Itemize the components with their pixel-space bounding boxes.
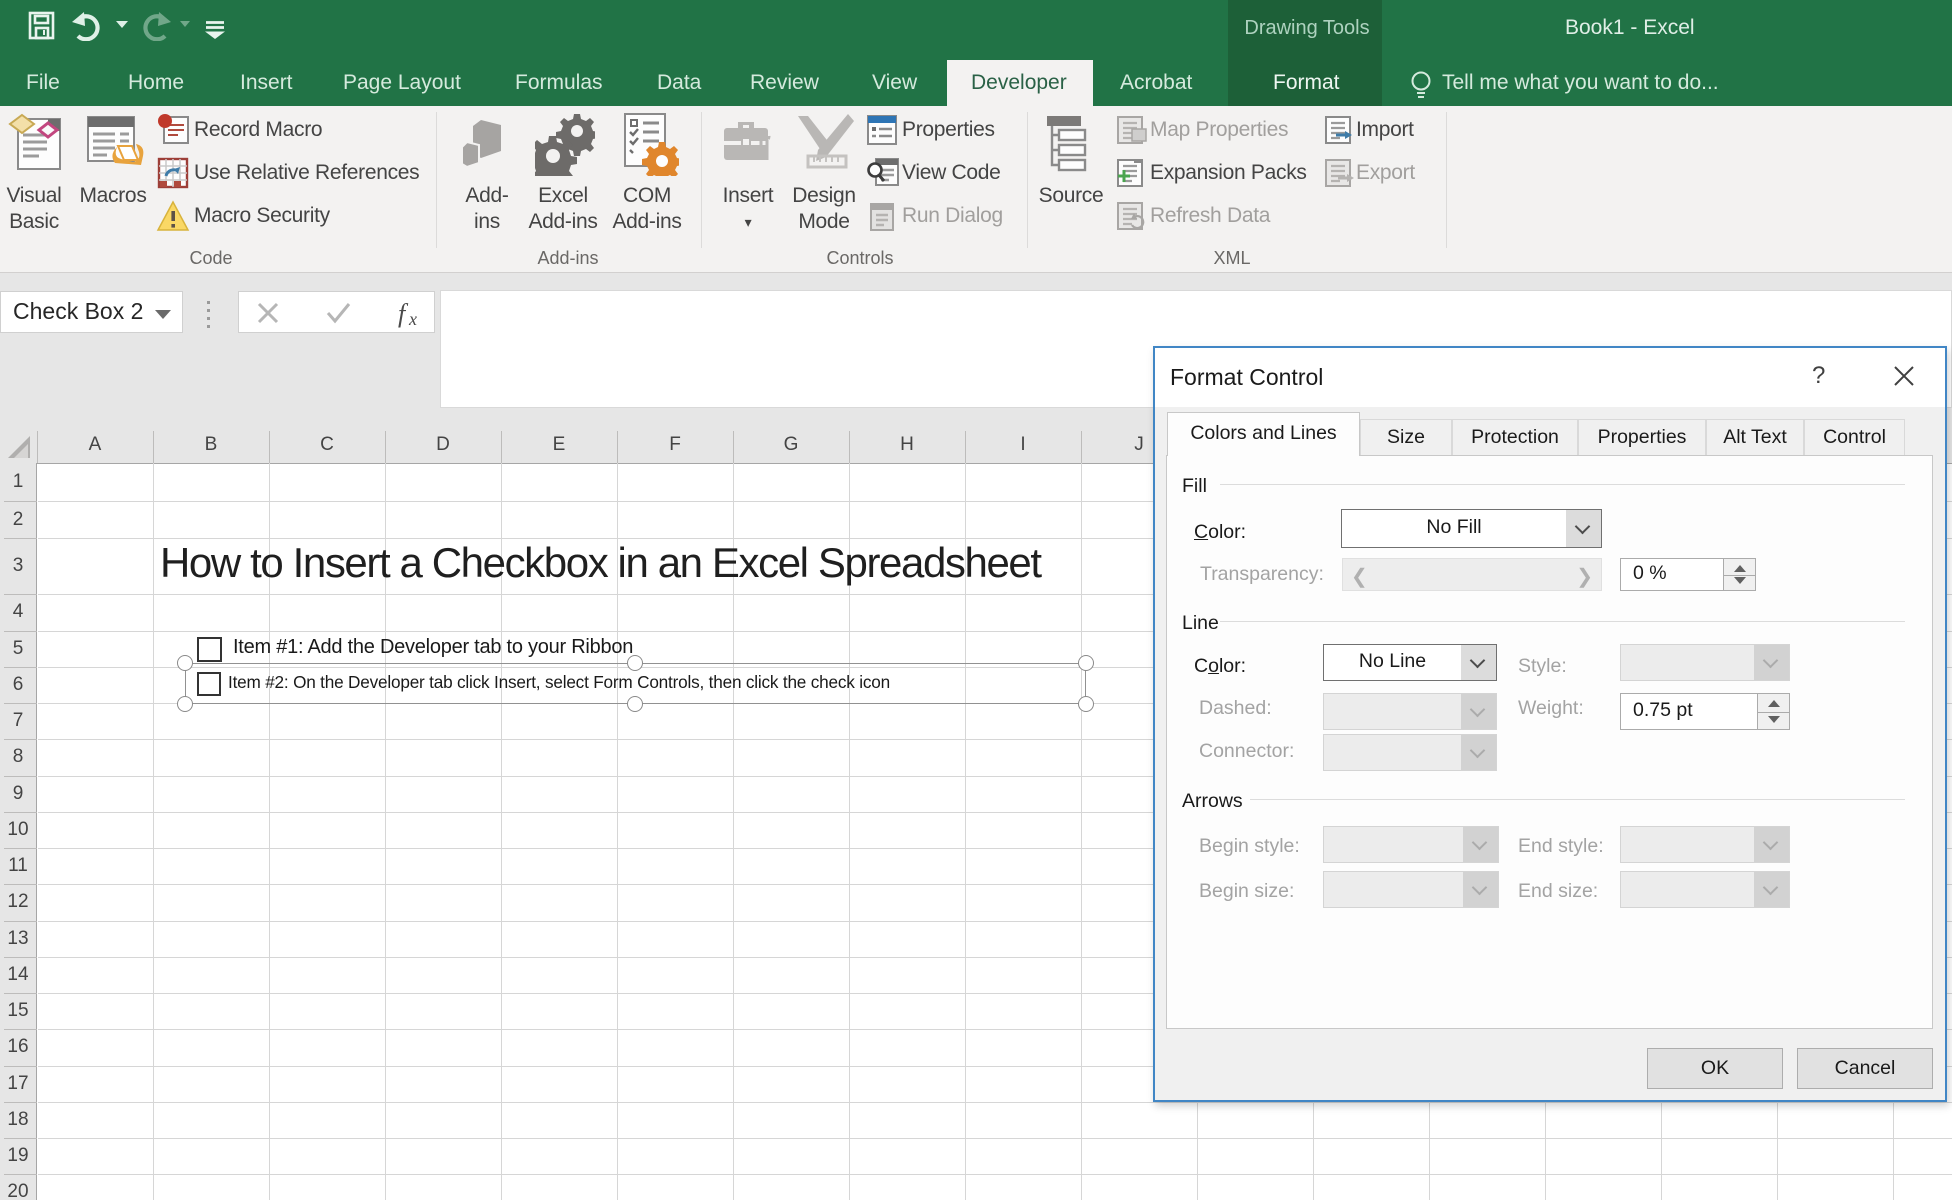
svg-text:f: f — [398, 299, 409, 328]
svg-text:x: x — [408, 309, 417, 329]
